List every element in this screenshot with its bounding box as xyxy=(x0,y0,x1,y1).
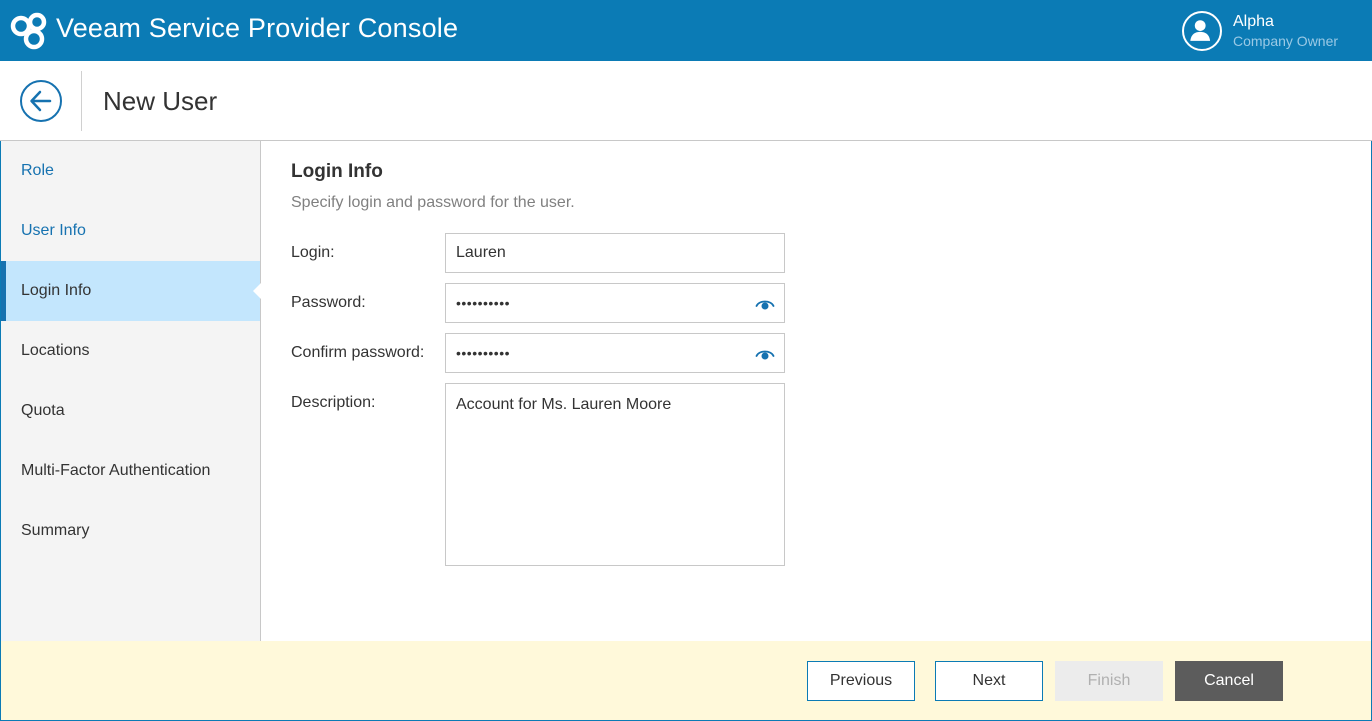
page-title: New User xyxy=(103,86,218,116)
active-step-notch xyxy=(253,283,261,299)
login-value: Lauren xyxy=(456,244,506,261)
section-title: Login Info xyxy=(291,161,383,182)
step-label: Summary xyxy=(21,522,90,539)
user-role: Company Owner xyxy=(1233,33,1339,49)
back-button[interactable] xyxy=(20,80,62,122)
finish-button: Finish xyxy=(1055,661,1163,701)
arrow-left-icon xyxy=(30,90,52,112)
step-label: Quota xyxy=(21,402,65,419)
step-locations[interactable]: Locations xyxy=(1,321,260,381)
previous-button[interactable]: Previous xyxy=(807,661,915,701)
section-description: Specify login and password for the user. xyxy=(291,194,575,211)
description-value: Account for Ms. Lauren Moore xyxy=(456,396,672,413)
step-label: Role xyxy=(21,162,54,179)
step-label: Login Info xyxy=(21,282,92,299)
veeam-logo-icon xyxy=(10,12,47,50)
password-input[interactable]: •••••••••• xyxy=(445,283,785,323)
password-label: Password: xyxy=(291,294,366,311)
confirm-password-label: Confirm password: xyxy=(291,344,425,361)
wizard-steps-sidebar: Role User Info Login Info Locations Quot… xyxy=(1,141,261,641)
step-label: Locations xyxy=(21,342,90,359)
wizard-footer: Previous Next Finish Cancel xyxy=(1,641,1371,720)
description-textarea[interactable]: Account for Ms. Lauren Moore xyxy=(445,383,785,566)
step-label: Multi-Factor Authentication xyxy=(21,462,211,479)
page-header: New User xyxy=(0,61,1372,141)
confirm-password-input[interactable]: •••••••••• xyxy=(445,333,785,373)
step-quota[interactable]: Quota xyxy=(1,381,260,441)
description-label: Description: xyxy=(291,394,376,411)
login-input[interactable]: Lauren xyxy=(445,233,785,273)
step-multi-factor-authentication[interactable]: Multi-Factor Authentication xyxy=(1,441,260,501)
next-button[interactable]: Next xyxy=(935,661,1043,701)
top-bar: Veeam Service Provider Console Alpha Com… xyxy=(0,0,1372,61)
user-avatar-icon[interactable] xyxy=(1182,11,1222,51)
login-label: Login: xyxy=(291,244,335,261)
user-name[interactable]: Alpha xyxy=(1233,13,1274,31)
header-divider xyxy=(81,71,82,131)
step-label: User Info xyxy=(21,222,86,239)
step-summary[interactable]: Summary xyxy=(1,501,260,561)
step-login-info[interactable]: Login Info xyxy=(1,261,261,321)
step-role[interactable]: Role xyxy=(1,141,260,201)
confirm-password-value: •••••••••• xyxy=(456,345,511,361)
password-value: •••••••••• xyxy=(456,295,511,311)
eye-icon[interactable] xyxy=(755,345,775,361)
login-info-panel: Login Info Specify login and password fo… xyxy=(261,141,1371,641)
eye-icon[interactable] xyxy=(755,295,775,311)
app-title: Veeam Service Provider Console xyxy=(56,13,459,43)
step-user-info[interactable]: User Info xyxy=(1,201,260,261)
active-step-indicator xyxy=(1,261,6,321)
cancel-button[interactable]: Cancel xyxy=(1175,661,1283,701)
